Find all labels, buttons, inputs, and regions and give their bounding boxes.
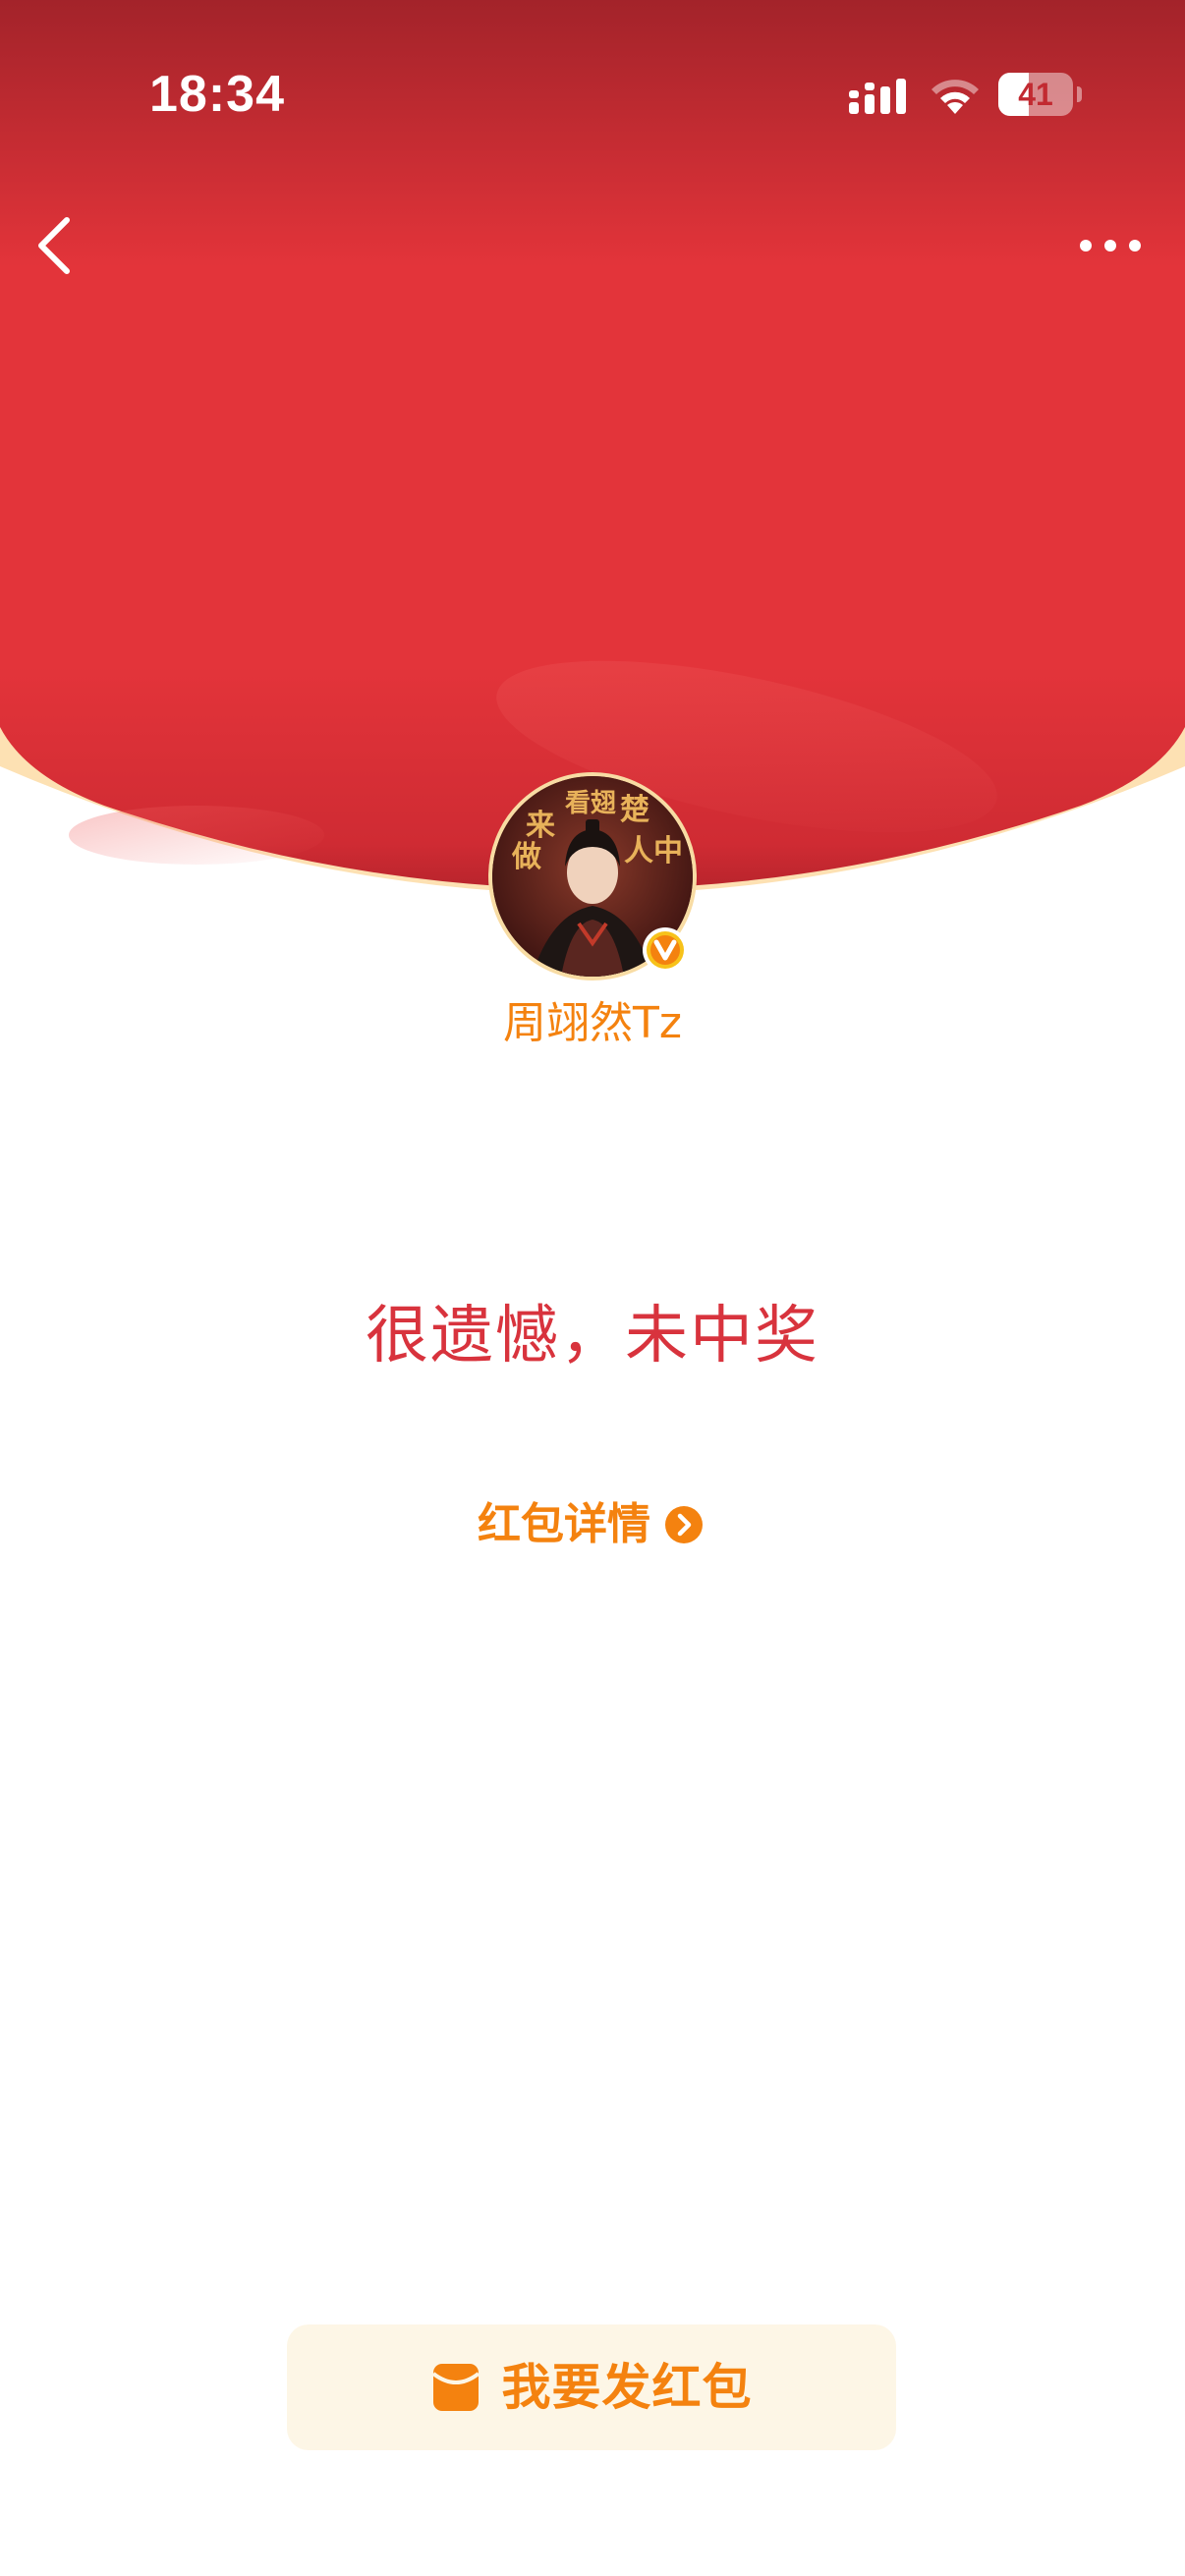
wifi-icon <box>931 80 979 114</box>
red-packet-details-link[interactable]: 红包详情 <box>478 1493 704 1556</box>
battery-indicator: 41 <box>998 73 1082 116</box>
battery-level: 41 <box>1018 77 1053 112</box>
verified-v-badge-icon <box>643 927 688 973</box>
status-time: 18:34 <box>149 66 285 123</box>
details-label: 红包详情 <box>478 1499 650 1549</box>
svg-text:做: 做 <box>511 840 541 874</box>
more-horizontal-icon[interactable] <box>1071 224 1150 267</box>
send-red-packet-button[interactable]: 我要发红包 <box>287 2324 896 2450</box>
svg-text:人中: 人中 <box>624 834 683 868</box>
red-envelope-icon <box>431 2364 480 2411</box>
status-bar: 18:34 41 <box>0 0 1185 196</box>
send-button-label: 我要发红包 <box>501 2359 753 2416</box>
svg-text:看翅: 看翅 <box>565 789 616 818</box>
result-message: 很遗憾，未中奖 <box>366 1300 819 1372</box>
svg-text:来: 来 <box>526 809 555 843</box>
sender-name[interactable]: 周翊然Tz <box>0 994 1185 1053</box>
red-packet-result-page: 18:34 41 来 看翅 楚 人中 做 周翊然Tz 很遗憾，未中奖 红包详情 … <box>0 0 1185 2576</box>
chevron-left-icon[interactable] <box>20 206 88 285</box>
svg-text:楚: 楚 <box>620 793 649 827</box>
chevron-right-circle-icon <box>665 1506 703 1543</box>
cellular-signal-icon <box>849 79 906 114</box>
